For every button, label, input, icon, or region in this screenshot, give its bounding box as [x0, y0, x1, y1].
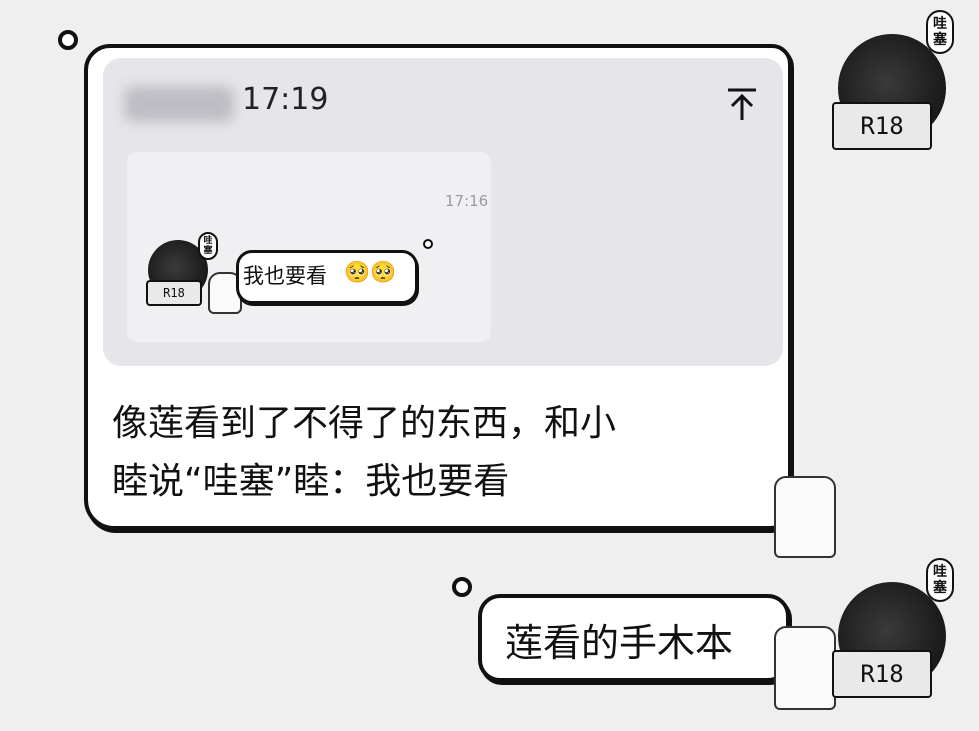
avatar-book: R18	[832, 650, 932, 698]
bubble-ring-decoration	[452, 577, 472, 597]
avatar-speech-tag: 哇塞	[926, 558, 954, 602]
avatar-book: R18	[832, 102, 932, 150]
jump-to-top-icon[interactable]	[724, 86, 760, 124]
quoted-sender-name-blurred	[124, 86, 234, 122]
screenshot-avatar-tag: 哇塞	[198, 232, 218, 260]
girl-sticker	[774, 476, 836, 558]
screenshot-time: 17:16	[445, 192, 489, 210]
message-line: 像莲看到了不得了的东西，和小	[112, 403, 617, 444]
quoted-message-time: 17:19	[242, 82, 329, 117]
screenshot-avatar-book: R18	[146, 280, 202, 306]
screenshot-message-text: 我也要看	[243, 264, 327, 288]
message-text: 像莲看到了不得了的东西，和小 睦说“哇塞”睦：我也要看	[112, 395, 772, 511]
pleading-face-emoji: 🥺🥺	[344, 260, 397, 284]
bubble-ring-decoration	[58, 30, 78, 50]
avatar-speech-tag: 哇塞	[926, 10, 954, 54]
bubble-ring-decoration	[423, 239, 433, 249]
message-line: 睦说“哇塞”睦：我也要看	[112, 461, 510, 502]
girl-sticker	[774, 626, 836, 710]
reply-text: 莲看的手木本	[505, 621, 734, 665]
